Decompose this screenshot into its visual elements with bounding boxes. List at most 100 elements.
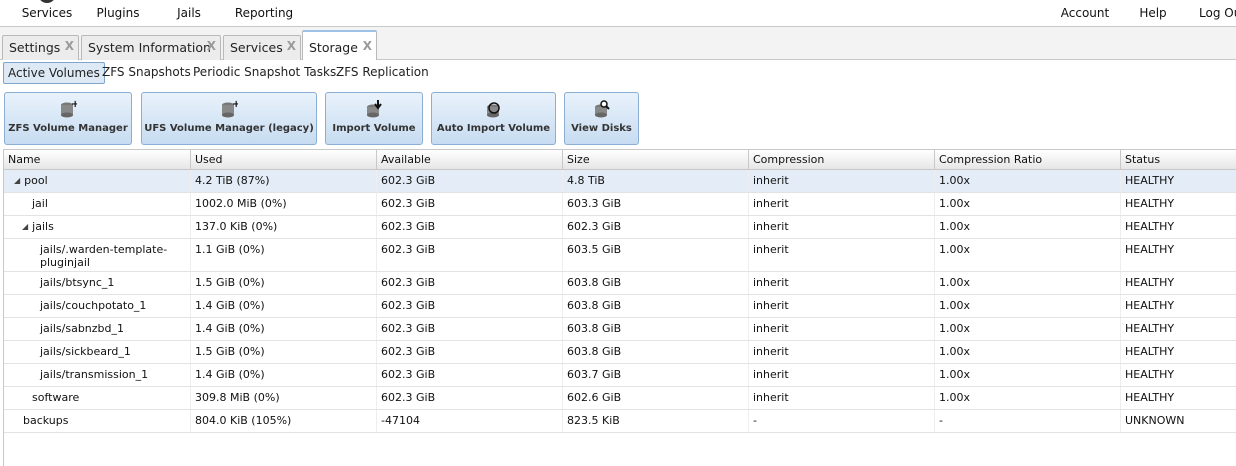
nav-logout[interactable]: Log Ou bbox=[1194, 0, 1236, 27]
cell-compression: inherit bbox=[749, 341, 935, 363]
cell-used: 1.5 GiB (0%) bbox=[191, 341, 377, 363]
chart-icon bbox=[253, 0, 275, 5]
tab-close-icon[interactable]: X bbox=[363, 39, 372, 53]
tab-label: System Information bbox=[88, 40, 211, 55]
cell-status: HEALTHY bbox=[1121, 341, 1236, 363]
table-row[interactable]: software 309.8 MiB (0%) 602.3 GiB 602.6 GiB… bbox=[4, 387, 1236, 410]
column-header-compression[interactable]: Compression bbox=[749, 150, 935, 170]
cell-compression-ratio: 1.00x bbox=[935, 239, 1121, 271]
cell-compression-ratio: 1.00x bbox=[935, 193, 1121, 215]
cell-compression-ratio: 1.00x bbox=[935, 364, 1121, 386]
table-row[interactable]: jail 1002.0 MiB (0%) 602.3 GiB 603.3 GiB inh… bbox=[4, 193, 1236, 216]
expand-toggle-icon[interactable]: ◢ bbox=[22, 220, 28, 233]
cell-used: 1.5 GiB (0%) bbox=[191, 272, 377, 294]
tab-storage[interactable]: Storage X bbox=[302, 30, 377, 61]
cell-available: 602.3 GiB bbox=[377, 341, 563, 363]
table-row[interactable]: jails/sickbeard_1 1.5 GiB (0%) 602.3 GiB 60… bbox=[4, 341, 1236, 364]
cell-size: 603.5 GiB bbox=[563, 239, 749, 271]
dataset-name: jails/.warden-template-pluginjail bbox=[40, 243, 168, 269]
table-row[interactable]: ◢ pool 4.2 TiB (87%) 602.3 GiB 4.8 TiB inheri… bbox=[4, 170, 1236, 193]
plugin-icon bbox=[107, 0, 129, 5]
nav-plugins[interactable]: Plugins bbox=[90, 0, 146, 27]
cell-status: HEALTHY bbox=[1121, 272, 1236, 294]
cell-name: backups bbox=[4, 410, 191, 432]
nav-label: Jails bbox=[177, 6, 201, 20]
expand-toggle-icon[interactable]: ◢ bbox=[14, 174, 20, 187]
tab-bar: Settings X System Information X Services… bbox=[0, 27, 1236, 61]
column-header-size[interactable]: Size bbox=[563, 150, 749, 170]
cell-used: 1.4 GiB (0%) bbox=[191, 364, 377, 386]
subtab-zfs-snapshots[interactable]: ZFS Snapshots bbox=[98, 62, 195, 84]
cell-used: 309.8 MiB (0%) bbox=[191, 387, 377, 409]
cell-compression-ratio: - bbox=[935, 410, 1121, 432]
table-row[interactable]: jails/transmission_1 1.4 GiB (0%) 602.3 Gi… bbox=[4, 364, 1236, 387]
column-header-used[interactable]: Used bbox=[191, 150, 377, 170]
subtab-active-volumes[interactable]: Active Volumes bbox=[3, 62, 105, 84]
user-icon bbox=[1074, 0, 1096, 5]
cell-used: 1.4 GiB (0%) bbox=[191, 295, 377, 317]
tab-close-icon[interactable]: X bbox=[287, 39, 296, 53]
dataset-name: jail bbox=[32, 197, 48, 210]
table-row[interactable]: ◢ jails 137.0 KiB (0%) 602.3 GiB 602.3 GiB in… bbox=[4, 216, 1236, 239]
cell-compression-ratio: 1.00x bbox=[935, 295, 1121, 317]
nav-jails[interactable]: Jails bbox=[162, 0, 216, 27]
cell-used: 1.4 GiB (0%) bbox=[191, 318, 377, 340]
zfs-volume-manager-button[interactable]: + ZFS Volume Manager bbox=[4, 92, 132, 145]
cell-status: HEALTHY bbox=[1121, 193, 1236, 215]
column-header-compression-ratio[interactable]: Compression Ratio bbox=[935, 150, 1121, 170]
column-header-available[interactable]: Available bbox=[377, 150, 563, 170]
cell-size: 602.6 GiB bbox=[563, 387, 749, 409]
import-volume-button[interactable]: Import Volume bbox=[325, 92, 423, 145]
volumes-grid: Name Used Available Size Compression Com… bbox=[3, 149, 1236, 466]
column-header-name[interactable]: Name bbox=[4, 150, 191, 170]
cell-available: 602.3 GiB bbox=[377, 364, 563, 386]
cell-compression: inherit bbox=[749, 364, 935, 386]
cell-compression-ratio: 1.00x bbox=[935, 341, 1121, 363]
cell-name: jails/sabnzbd_1 bbox=[4, 318, 191, 340]
cell-compression: inherit bbox=[749, 295, 935, 317]
dataset-name: jails/sickbeard_1 bbox=[40, 345, 131, 358]
tab-close-icon[interactable]: X bbox=[65, 39, 74, 53]
nav-account[interactable]: Account bbox=[1054, 0, 1116, 27]
tab-close-icon[interactable]: X bbox=[207, 39, 216, 53]
logout-icon bbox=[1208, 0, 1230, 5]
tab-label: Storage bbox=[309, 40, 358, 55]
table-row[interactable]: jails/btsync_1 1.5 GiB (0%) 602.3 GiB 603.8… bbox=[4, 272, 1236, 295]
cell-name: jails/couchpotato_1 bbox=[4, 295, 191, 317]
nav-label: Reporting bbox=[234, 6, 294, 20]
nav-help[interactable]: Help bbox=[1130, 0, 1176, 27]
cell-compression-ratio: 1.00x bbox=[935, 216, 1121, 238]
cell-compression: inherit bbox=[749, 239, 935, 271]
subtab-zfs-replication[interactable]: ZFS Replication bbox=[332, 62, 433, 84]
help-icon bbox=[1142, 0, 1164, 5]
tab-label: Settings bbox=[9, 40, 61, 55]
nav-label: Log Ou bbox=[1199, 6, 1236, 20]
dataset-name: jails bbox=[32, 220, 54, 233]
storage-subtabs: Active Volumes ZFS Snapshots Periodic Sn… bbox=[0, 60, 1236, 87]
auto-import-volume-button[interactable]: Auto Import Volume bbox=[431, 92, 556, 145]
subtab-periodic-snapshot-tasks[interactable]: Periodic Snapshot Tasks bbox=[189, 62, 340, 84]
tab-settings[interactable]: Settings X bbox=[2, 35, 79, 60]
ufs-volume-manager-button[interactable]: + UFS Volume Manager (legacy) bbox=[141, 92, 317, 145]
view-disks-button[interactable]: View Disks bbox=[564, 92, 639, 145]
tab-services[interactable]: Services X bbox=[223, 35, 301, 60]
button-label: Import Volume bbox=[332, 123, 416, 134]
cell-compression: inherit bbox=[749, 318, 935, 340]
cell-available: -47104 bbox=[377, 410, 563, 432]
table-row[interactable]: jails/.warden-template-pluginjail 1.1 GiB… bbox=[4, 239, 1236, 272]
tab-system-information[interactable]: System Information X bbox=[81, 35, 221, 60]
cell-compression: inherit bbox=[749, 170, 935, 192]
table-row[interactable]: jails/sabnzbd_1 1.4 GiB (0%) 602.3 GiB 603.… bbox=[4, 318, 1236, 341]
nav-services[interactable]: Services bbox=[16, 0, 78, 27]
database-add-icon: + bbox=[222, 100, 238, 118]
cell-compression: inherit bbox=[749, 193, 935, 215]
cell-available: 602.3 GiB bbox=[377, 318, 563, 340]
table-row[interactable]: jails/couchpotato_1 1.4 GiB (0%) 602.3 GiB… bbox=[4, 295, 1236, 318]
cell-compression: inherit bbox=[749, 272, 935, 294]
database-import-icon bbox=[367, 100, 382, 118]
column-header-status[interactable]: Status bbox=[1121, 150, 1236, 170]
cell-compression-ratio: 1.00x bbox=[935, 318, 1121, 340]
cell-size: 823.5 KiB bbox=[563, 410, 749, 432]
nav-reporting[interactable]: Reporting bbox=[230, 0, 298, 27]
table-row[interactable]: backups 804.0 KiB (105%) -47104 823.5 KiB - -… bbox=[4, 410, 1236, 433]
